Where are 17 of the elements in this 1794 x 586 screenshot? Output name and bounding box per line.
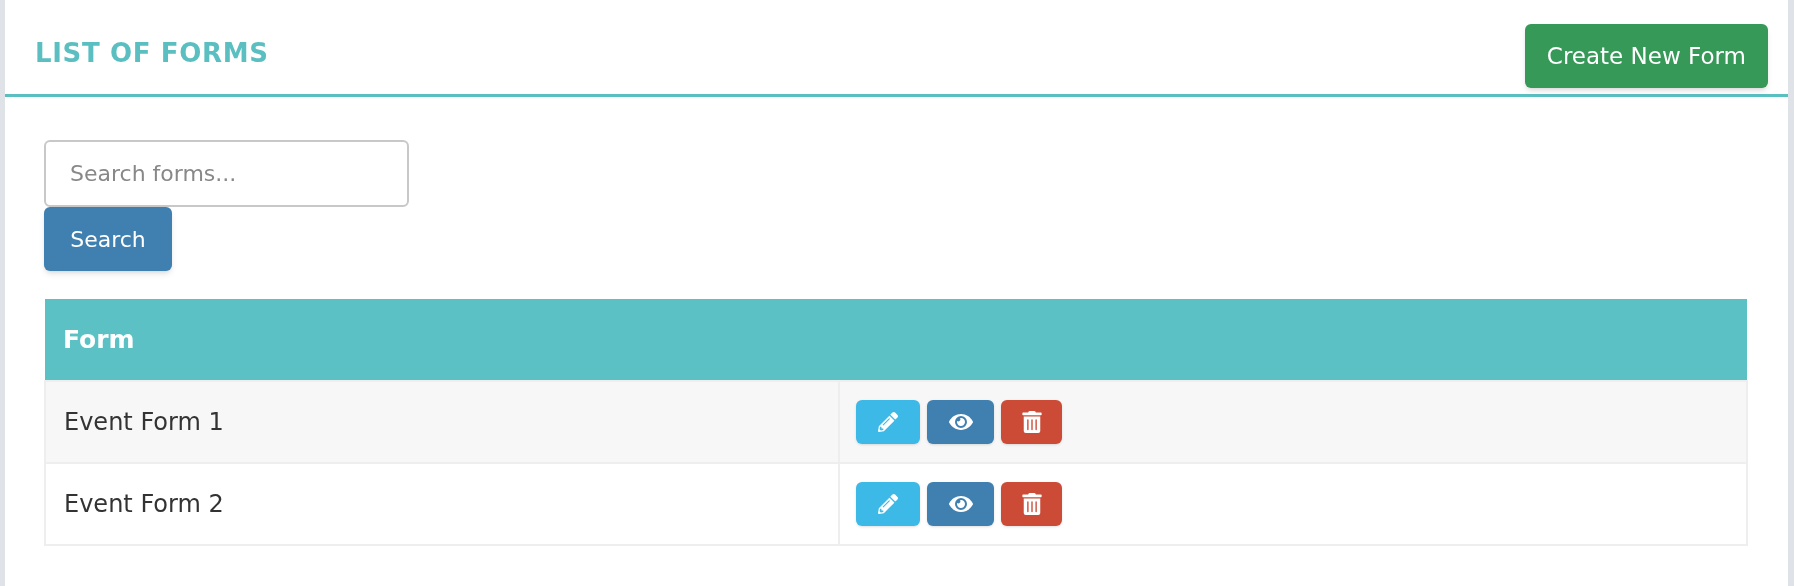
trash-icon xyxy=(1020,493,1043,515)
delete-button[interactable] xyxy=(1001,400,1062,444)
search-field[interactable]: Search forms... xyxy=(44,140,409,207)
create-form-button[interactable]: Create New Form xyxy=(1524,24,1768,88)
table-cell: Event Form 2 xyxy=(45,463,839,545)
edit-button[interactable] xyxy=(856,400,920,444)
edit-button[interactable] xyxy=(856,482,920,526)
search-button[interactable]: Search xyxy=(44,207,172,271)
delete-button[interactable] xyxy=(1001,482,1062,526)
pencil-icon xyxy=(878,412,898,432)
page-title: LIST OF FORMS xyxy=(35,37,269,70)
view-button[interactable] xyxy=(927,400,994,444)
table-cell: Event Form 1 xyxy=(45,381,839,463)
view-button[interactable] xyxy=(927,482,994,526)
column-header: Form xyxy=(45,299,839,381)
trash-icon xyxy=(1020,411,1043,433)
pencil-icon xyxy=(878,494,898,514)
